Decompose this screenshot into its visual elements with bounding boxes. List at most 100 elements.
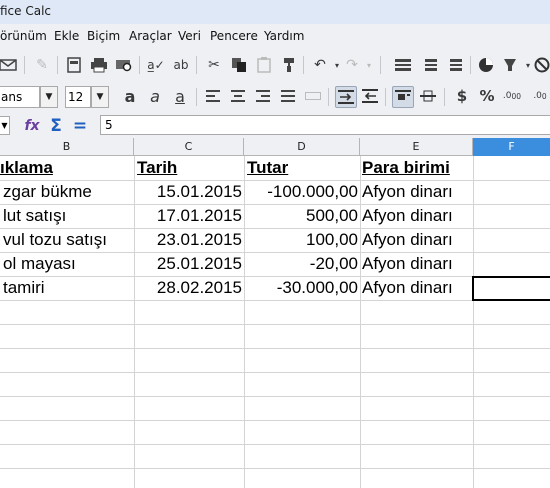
gridline — [0, 396, 550, 397]
separator — [444, 88, 445, 106]
copy-icon[interactable] — [229, 55, 249, 75]
formula-input[interactable]: 5 — [100, 115, 550, 135]
spellcheck-icon[interactable]: a̲✓ — [146, 55, 166, 75]
underline-icon[interactable]: a — [170, 86, 190, 106]
align-middle-icon[interactable] — [418, 86, 438, 106]
cell-date[interactable]: 23.01.2015 — [134, 228, 244, 252]
paste-icon[interactable] — [254, 55, 274, 75]
name-box-dropdown-icon[interactable]: ▼ — [0, 116, 10, 135]
window-title: fice Calc — [0, 4, 52, 18]
italic-icon[interactable]: a — [145, 86, 165, 106]
align-top-icon[interactable] — [392, 86, 414, 108]
decimal-add-icon[interactable]: .0 00 — [502, 86, 522, 106]
cell-date[interactable]: 17.01.2015 — [134, 204, 244, 228]
column-header-c[interactable]: C — [134, 138, 244, 156]
column-header-d[interactable]: D — [244, 138, 360, 156]
cell-date[interactable]: 15.01.2015 — [134, 180, 244, 204]
cell-description[interactable]: zgar bükme — [3, 180, 133, 204]
separator — [380, 56, 381, 74]
cell-currency[interactable]: Afyon dinarı — [362, 180, 473, 204]
sort-descending-icon[interactable] — [446, 55, 466, 75]
cell-date[interactable]: 28.02.2015 — [134, 276, 244, 300]
column-header-e[interactable]: E — [360, 138, 473, 156]
clone-format-icon[interactable] — [279, 55, 299, 75]
cell-amount[interactable]: -20,00 — [244, 252, 360, 276]
menu-window[interactable]: Pencere — [210, 29, 258, 43]
column-header-b[interactable]: B — [0, 138, 134, 156]
font-name-input[interactable]: ans — [0, 86, 40, 108]
menu-format[interactable]: Biçim — [87, 29, 120, 43]
wrap-text-icon[interactable] — [335, 86, 357, 108]
currency-icon[interactable]: $ — [452, 86, 472, 106]
column-headers: B C D E F — [0, 138, 550, 156]
cell-description[interactable]: lut satışı — [3, 204, 133, 228]
align-right-icon[interactable] — [253, 86, 273, 106]
gridline — [0, 324, 550, 325]
print-preview-icon[interactable] — [114, 55, 134, 75]
percent-icon[interactable]: % — [477, 86, 497, 106]
gridline — [0, 348, 550, 349]
cell-date-header[interactable]: Tarih — [137, 156, 243, 180]
title-bar: fice Calc — [0, 0, 550, 24]
sum-icon[interactable]: Σ — [46, 116, 66, 136]
export-pdf-icon[interactable] — [64, 55, 84, 75]
align-left-icon[interactable] — [203, 86, 223, 106]
merge-cells-icon[interactable] — [303, 86, 323, 106]
cell-currency[interactable]: Afyon dinarı — [362, 204, 473, 228]
menu-view[interactable]: örünüm — [0, 29, 47, 43]
align-center-icon[interactable] — [228, 86, 248, 106]
cell-description-header[interactable]: ıklama — [0, 156, 134, 180]
sort-ascending-icon[interactable] — [421, 55, 441, 75]
menu-help[interactable]: Yardım — [264, 29, 304, 43]
cell-description[interactable]: tamiri — [3, 276, 133, 300]
navigator-icon[interactable] — [532, 55, 550, 75]
autospell-icon[interactable]: ab — [171, 55, 191, 75]
cell-description[interactable]: vul tozu satışı — [3, 228, 133, 252]
active-cell-cursor[interactable] — [472, 276, 550, 301]
separator — [24, 56, 25, 74]
mail-icon[interactable] — [0, 55, 18, 75]
cell-currency-header[interactable]: Para birimi — [362, 156, 473, 180]
font-size-input[interactable]: 12 — [65, 86, 91, 108]
chart-icon[interactable] — [476, 55, 496, 75]
print-icon[interactable] — [89, 55, 109, 75]
cell-amount[interactable]: -30.000,00 — [244, 276, 360, 300]
gridline — [473, 156, 474, 488]
equals-icon[interactable]: = — [70, 116, 90, 136]
cell-description[interactable]: ol mayası — [3, 252, 133, 276]
rtl-icon[interactable] — [360, 86, 380, 106]
separator — [57, 56, 58, 74]
cell-amount-header[interactable]: Tutar — [247, 156, 359, 180]
cell-amount[interactable]: 100,00 — [244, 228, 360, 252]
menu-tools[interactable]: Araçlar — [129, 29, 172, 43]
cell-currency[interactable]: Afyon dinarı — [362, 252, 473, 276]
separator — [328, 88, 329, 106]
separator — [139, 56, 140, 74]
cell-currency[interactable]: Afyon dinarı — [362, 228, 473, 252]
cell-amount[interactable]: -100.000,00 — [244, 180, 360, 204]
gridline — [0, 300, 550, 301]
cut-icon[interactable]: ✂ — [204, 55, 224, 75]
separator — [303, 56, 304, 74]
decimal-remove-icon[interactable]: .0 0 — [530, 86, 550, 106]
edit-file-icon[interactable]: ✎ — [32, 55, 52, 75]
justify-icon[interactable] — [278, 86, 298, 106]
cell-amount[interactable]: 500,00 — [244, 204, 360, 228]
gridline — [0, 468, 550, 469]
pivot-icon[interactable] — [500, 55, 520, 75]
gridline — [0, 372, 550, 373]
bold-icon[interactable]: a — [120, 86, 140, 106]
find-replace-icon[interactable] — [393, 55, 413, 75]
cell-currency[interactable]: Afyon dinarı — [362, 276, 473, 300]
redo-dropdown-icon[interactable]: ▾ — [359, 55, 379, 75]
standard-toolbar: ✎ a̲✓ ab ✂ ↶ ▾ ↷ ▾ ▾ — [0, 48, 550, 82]
gridline — [0, 420, 550, 421]
column-header-f[interactable]: F — [473, 138, 550, 156]
font-size-dropdown-icon[interactable]: ▼ — [91, 86, 109, 108]
cell-date[interactable]: 25.01.2015 — [134, 252, 244, 276]
gridline — [360, 156, 361, 488]
font-name-dropdown-icon[interactable]: ▼ — [40, 86, 58, 108]
menu-data[interactable]: Veri — [178, 29, 201, 43]
function-wizard-icon[interactable]: fx — [22, 116, 42, 136]
menu-insert[interactable]: Ekle — [54, 29, 79, 43]
